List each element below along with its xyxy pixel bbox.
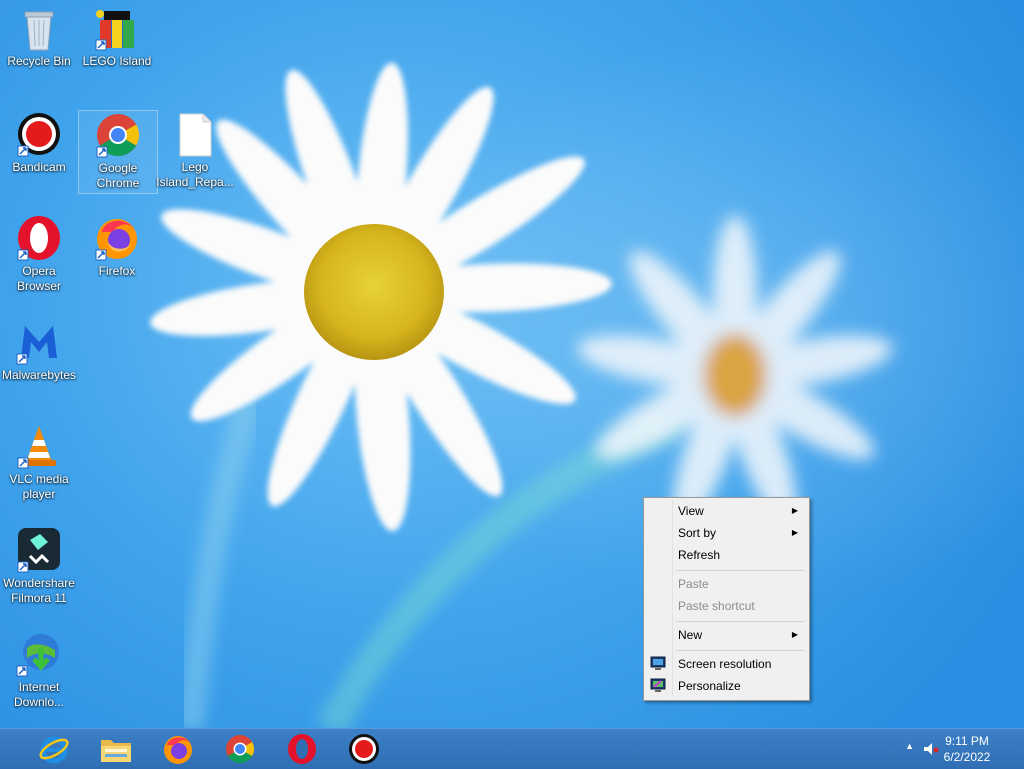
bandicam-label: Bandicam [12, 160, 66, 174]
recycle-bin-icon [24, 11, 54, 51]
menu-item-screen-resolution[interactable]: Screen resolution [646, 653, 806, 675]
menu-item-personalize-label: Personalize [678, 679, 741, 693]
recycle-bin-label: Recycle Bin [7, 54, 71, 68]
lego-island-label: LEGO Island [82, 54, 152, 68]
menu-separator [676, 570, 805, 571]
opera-browser-shortcut[interactable]: Opera Browser [0, 214, 78, 294]
taskbar-opera-button[interactable] [273, 731, 331, 767]
internet-explorer-icon [39, 736, 69, 764]
menu-separator [676, 621, 805, 622]
google-chrome-label: Google Chrome [96, 161, 140, 190]
firefox-icon [95, 219, 137, 261]
menu-item-view-label: View [678, 504, 704, 518]
desktop-context-menu: View ▶ Sort by ▶ Refresh Paste Paste sho… [643, 497, 810, 701]
lego-island-repair-label: Lego Island_Repa... [156, 160, 234, 189]
vlc-media-player-label: VLC media player [9, 472, 69, 501]
taskbar-firefox-button[interactable] [149, 731, 207, 767]
malwarebytes-label: Malwarebytes [1, 368, 77, 382]
menu-item-new[interactable]: New ▶ [646, 624, 806, 646]
internet-download-manager-label: Internet Downlo... [13, 680, 65, 709]
desktop[interactable]: Recycle Bin LEGO Island Bandicam Google … [0, 0, 1024, 728]
taskbar-bandicam-button[interactable] [335, 731, 393, 767]
opera-icon [17, 216, 60, 261]
filmora-icon [17, 528, 60, 573]
screen-resolution-icon [650, 656, 666, 670]
menu-item-refresh-label: Refresh [678, 548, 721, 562]
menu-item-view[interactable]: View ▶ [646, 500, 806, 522]
taskbar-file-explorer-button[interactable] [87, 731, 145, 767]
lego-island-repair-file[interactable]: Lego Island_Repa... [156, 110, 234, 190]
firefox-icon [164, 736, 192, 764]
menu-item-screen-resolution-label: Screen resolution [678, 657, 772, 671]
google-chrome-shortcut[interactable]: Google Chrome [78, 110, 158, 194]
menu-item-sort-by[interactable]: Sort by ▶ [646, 522, 806, 544]
menu-item-paste-shortcut-label: Paste shortcut [678, 599, 755, 613]
clock-date: 6/2/2022 [943, 750, 991, 764]
clock[interactable]: 9:11 PM 6/2/2022 [932, 733, 1002, 765]
lego-island-shortcut[interactable]: LEGO Island [78, 6, 156, 69]
submenu-arrow-icon: ▶ [791, 506, 798, 515]
opera-icon [288, 734, 316, 764]
clock-time: 9:11 PM [945, 734, 989, 748]
internet-download-manager-shortcut[interactable]: Internet Downlo... [0, 630, 78, 710]
menu-item-paste-shortcut: Paste shortcut [646, 595, 806, 617]
menu-item-paste: Paste [646, 573, 806, 595]
malwarebytes-icon [16, 326, 57, 365]
taskbar-internet-explorer-button[interactable] [25, 731, 83, 767]
menu-separator [676, 650, 805, 651]
malwarebytes-shortcut[interactable]: Malwarebytes [0, 318, 78, 383]
vlc-icon [17, 426, 56, 469]
taskbar-chrome-button[interactable] [211, 731, 269, 767]
wondershare-filmora-label: Wondershare Filmora 11 [3, 576, 75, 605]
bandicam-icon [349, 734, 379, 764]
firefox-shortcut[interactable]: Firefox [78, 214, 156, 279]
wondershare-filmora-shortcut[interactable]: Wondershare Filmora 11 [0, 526, 78, 606]
menu-item-sort-by-label: Sort by [678, 526, 717, 540]
blank-file-icon [179, 113, 212, 157]
submenu-arrow-icon: ▶ [791, 630, 798, 639]
show-hidden-icons-button[interactable]: ▲ [905, 741, 914, 751]
internet-download-manager-icon [16, 634, 59, 677]
chrome-icon [96, 114, 140, 158]
vlc-media-player-shortcut[interactable]: VLC media player [0, 422, 78, 502]
menu-item-new-label: New [678, 628, 703, 642]
chrome-icon [226, 735, 254, 763]
taskbar: ▲ 9:11 PM 6/2/2022 [0, 728, 1024, 769]
personalize-icon [650, 678, 666, 692]
lego-island-icon [95, 10, 134, 51]
recycle-bin-shortcut[interactable]: Recycle Bin [0, 6, 78, 69]
file-explorer-icon [101, 740, 131, 762]
menu-item-personalize[interactable]: Personalize [646, 675, 806, 697]
bandicam-icon [17, 113, 60, 157]
opera-browser-label: Opera Browser [16, 264, 61, 293]
menu-item-paste-label: Paste [678, 577, 709, 591]
menu-item-refresh[interactable]: Refresh [646, 544, 806, 566]
bandicam-shortcut[interactable]: Bandicam [0, 110, 78, 175]
submenu-arrow-icon: ▶ [791, 528, 798, 537]
firefox-label: Firefox [98, 264, 136, 278]
